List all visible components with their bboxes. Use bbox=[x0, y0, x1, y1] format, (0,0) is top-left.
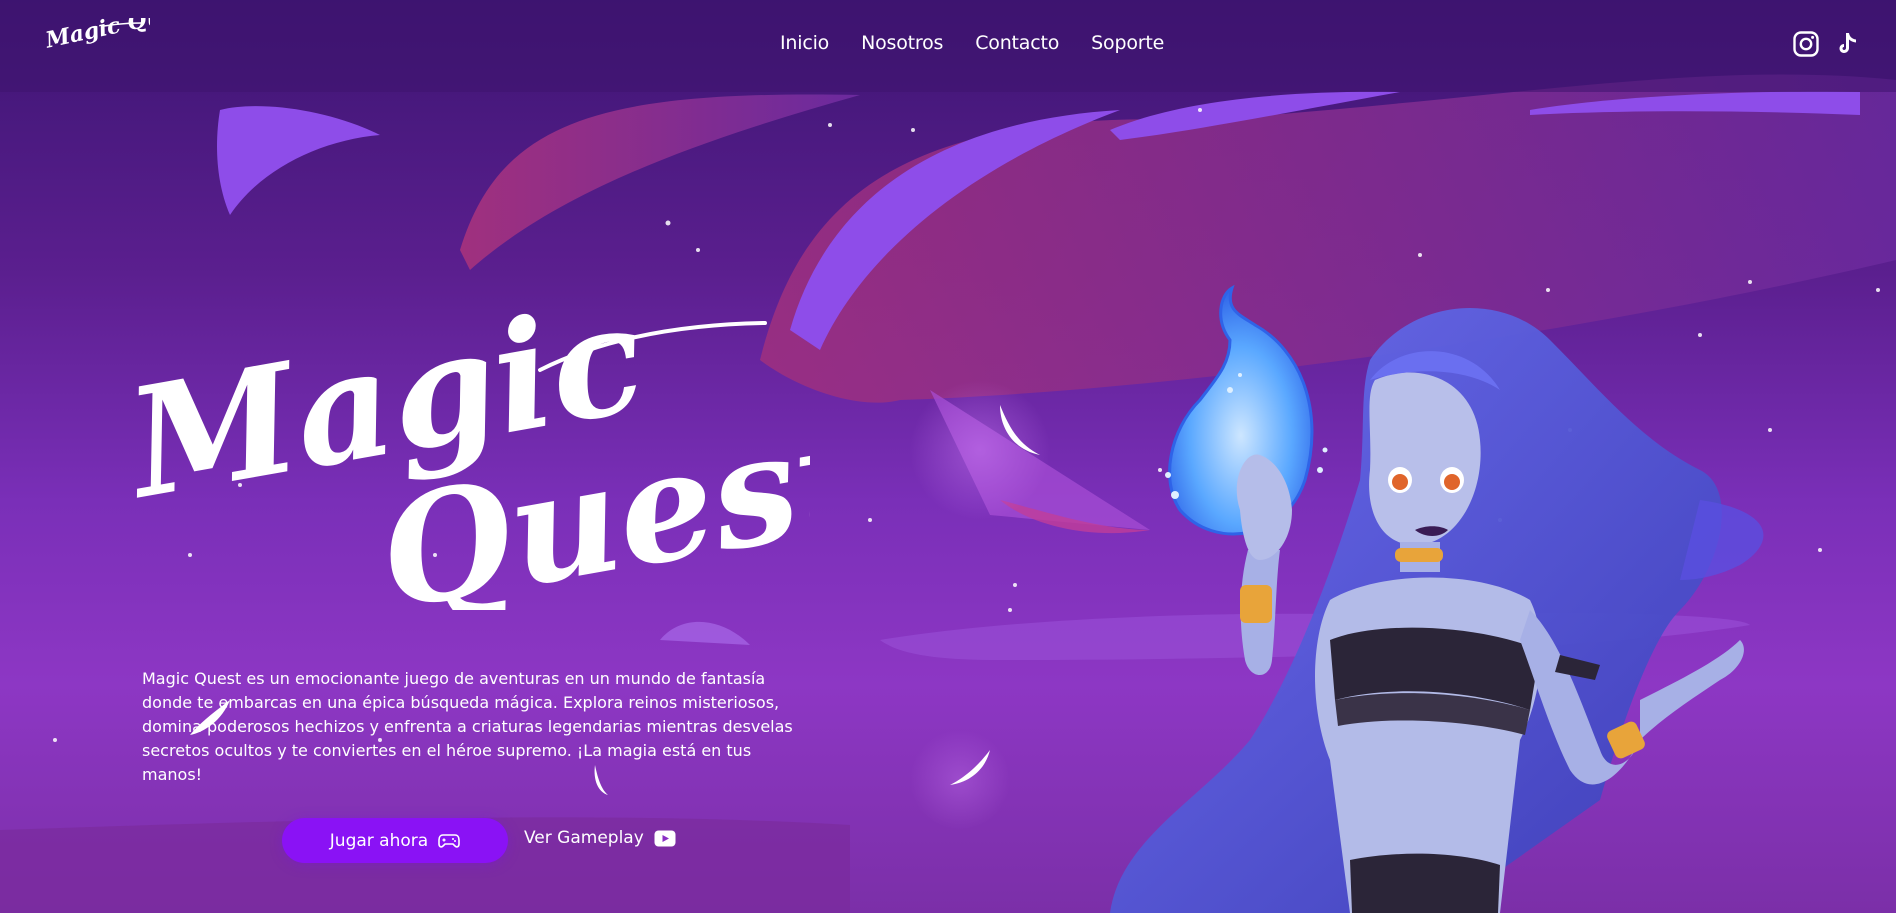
youtube-icon bbox=[654, 830, 676, 846]
watch-gameplay-label: Ver Gameplay bbox=[524, 828, 644, 848]
landing-page: Magic Quest Inicio Nosotros Contacto Sop… bbox=[0, 0, 1896, 913]
site-header: Magic Quest Inicio Nosotros Contacto Sop… bbox=[0, 0, 1896, 92]
nav-item-nosotros[interactable]: Nosotros bbox=[861, 32, 943, 54]
sorceress-illustration bbox=[1110, 284, 1764, 913]
play-now-label: Jugar ahora bbox=[329, 830, 429, 851]
nav-item-soporte[interactable]: Soporte bbox=[1091, 32, 1164, 54]
logo[interactable]: Magic Quest bbox=[44, 18, 150, 72]
social-links bbox=[1792, 30, 1862, 58]
hero-title: Magic Quest bbox=[130, 270, 810, 610]
play-now-button[interactable]: Jugar ahora bbox=[282, 818, 508, 863]
tiktok-icon[interactable] bbox=[1834, 30, 1862, 58]
nav-item-contacto[interactable]: Contacto bbox=[975, 32, 1059, 54]
hero-title-logo: Magic Quest bbox=[130, 270, 810, 610]
instagram-icon[interactable] bbox=[1792, 30, 1820, 58]
nav-item-inicio[interactable]: Inicio bbox=[780, 32, 829, 54]
gamepad-icon bbox=[438, 833, 460, 848]
watch-gameplay-button[interactable]: Ver Gameplay bbox=[524, 828, 676, 848]
main-nav: Inicio Nosotros Contacto Soporte bbox=[780, 32, 1164, 54]
hero-description: Magic Quest es un emocionante juego de a… bbox=[142, 669, 793, 784]
